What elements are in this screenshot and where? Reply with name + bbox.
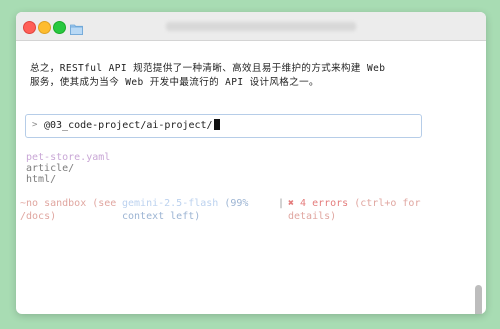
model-name: gemini-2.5-flash (122, 198, 219, 209)
error-status: ✖ 4 errors (ctrl+o for details) (288, 197, 428, 223)
response-line-1: 总之，RESTful API 规范提供了一种清晰、高效且易于维护的方式来构建 W… (30, 63, 386, 74)
context-percent: (99% (224, 198, 249, 209)
response-paragraph: 总之，RESTful API 规范提供了一种清晰、高效且易于维护的方式来构建 W… (30, 62, 430, 90)
status-separator: | (278, 198, 285, 209)
command-input[interactable]: @03_code-project/ai-project/ (44, 119, 220, 131)
sandbox-status-line-2: /docs) (20, 211, 57, 222)
title-bar (16, 12, 486, 41)
error-hint: (ctrl+o for (354, 198, 421, 209)
file-suggestion[interactable]: article/ (26, 163, 110, 174)
scrollbar-track[interactable] (475, 57, 482, 308)
scrollbar-thumb[interactable] (475, 285, 482, 314)
context-left-text: context left) (122, 211, 201, 222)
command-input-box[interactable]: > @03_code-project/ai-project/ (25, 114, 422, 138)
minimize-button[interactable] (38, 21, 51, 34)
command-input-value: @03_code-project/ai-project/ (44, 120, 213, 131)
sandbox-status: ~no sandbox (see /docs) (20, 197, 120, 223)
prompt-icon: > (32, 120, 38, 130)
error-hint-line-2: details) (288, 211, 337, 222)
terminal-window: 总之，RESTful API 规范提供了一种清晰、高效且易于维护的方式来构建 W… (16, 12, 486, 314)
response-line-2: 服务，使其成为当今 Web 开发中最流行的 API 设计风格之一。 (30, 77, 319, 88)
window-title (166, 22, 356, 31)
file-suggestions: pet-store.yaml article/ html/ (26, 152, 110, 185)
file-suggestion[interactable]: html/ (26, 174, 110, 185)
terminal-content: 总之，RESTful API 规范提供了一种清晰、高效且易于维护的方式来构建 W… (16, 41, 486, 314)
text-cursor (213, 119, 220, 130)
sandbox-status-line-1: ~no sandbox (see (20, 198, 117, 209)
model-status: gemini-2.5-flash (99% context left) (122, 197, 272, 223)
close-button[interactable] (23, 21, 36, 34)
zoom-button[interactable] (53, 21, 66, 34)
error-count: ✖ 4 errors (288, 198, 349, 209)
folder-icon (70, 20, 83, 35)
file-suggestion[interactable]: pet-store.yaml (26, 152, 110, 163)
